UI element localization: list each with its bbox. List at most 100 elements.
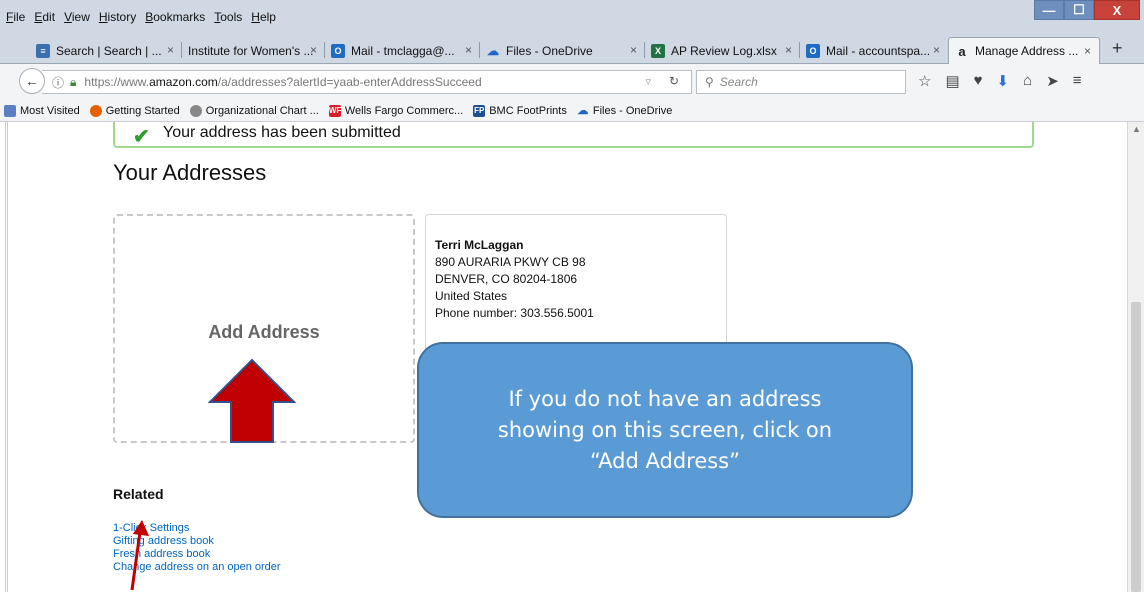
- bookmark-getting-started[interactable]: Getting Started: [89, 104, 180, 117]
- menu-view[interactable]: View: [64, 10, 90, 24]
- search-placeholder: Search: [719, 75, 758, 89]
- close-window-button[interactable]: X: [1094, 0, 1140, 20]
- footprints-icon: FP: [473, 104, 486, 117]
- success-alert: ✔ Your address has been submitted: [113, 122, 1034, 148]
- tab-close-icon[interactable]: ×: [785, 43, 792, 57]
- tab-label: Search | Search | ...: [56, 43, 162, 58]
- reading-list-icon[interactable]: ▤: [945, 72, 959, 90]
- amazon-icon: a: [958, 43, 966, 59]
- tab-onedrive[interactable]: ☁ Files - OneDrive ×: [480, 37, 645, 64]
- scrollbar-thumb[interactable]: [1131, 302, 1141, 592]
- globe-icon: [189, 104, 202, 117]
- outlook-icon: O: [331, 43, 345, 58]
- menu-file[interactable]: File: [6, 10, 25, 24]
- vertical-scrollbar[interactable]: ▲: [1127, 122, 1144, 592]
- tab-mail-accountspa[interactable]: O Mail - accountspa... ×: [800, 37, 948, 64]
- download-icon[interactable]: ⬇: [997, 72, 1010, 90]
- outlook-icon: O: [806, 43, 820, 58]
- menu-bookmarks[interactable]: Bookmarks: [145, 10, 205, 24]
- bookmark-onedrive[interactable]: ☁ Files - OneDrive: [577, 105, 672, 117]
- bookmark-label: Wells Fargo Commerc...: [344, 104, 464, 117]
- tab-close-icon[interactable]: ×: [465, 43, 472, 57]
- search-icon: ⚲: [705, 75, 714, 89]
- tab-label: AP Review Log.xlsx: [671, 43, 777, 58]
- tab-mail-tmclagga[interactable]: O Mail - tmclagga@... ×: [325, 37, 480, 64]
- bookmark-label: Organizational Chart ...: [205, 104, 319, 117]
- callout-text: If you do not have an address showing on…: [497, 386, 833, 473]
- title-bar: File Edit View History Bookmarks Tools H…: [0, 0, 1144, 36]
- menu-history[interactable]: History: [99, 10, 136, 24]
- most-visited-icon: [4, 104, 16, 117]
- page-title: Your Addresses: [113, 160, 267, 185]
- onedrive-icon: ☁: [577, 104, 589, 117]
- minimize-button[interactable]: —: [1034, 0, 1064, 20]
- send-icon[interactable]: ➤: [1046, 72, 1059, 90]
- url-path: /a/addresses?alertId=yaab-enterAddressSu…: [217, 75, 482, 89]
- address-line2: DENVER, CO 80204-1806: [435, 272, 578, 286]
- bookmark-label: Files - OneDrive: [592, 104, 673, 117]
- toolbar-icons: ☆ ▤ ♥ ⬇ ⌂ ➤ ≡: [918, 72, 1082, 90]
- url-dropdown-icon[interactable]: ▿: [645, 75, 651, 88]
- tab-close-icon[interactable]: ×: [310, 43, 317, 57]
- menu-tools[interactable]: Tools: [214, 10, 242, 24]
- menu-help[interactable]: Help: [251, 10, 276, 24]
- scroll-up-icon[interactable]: ▲: [1132, 124, 1141, 134]
- tab-close-icon[interactable]: ×: [167, 43, 174, 57]
- address-line1: 890 AURARIA PKWY CB 98: [435, 255, 586, 269]
- address-country: United States: [435, 289, 508, 303]
- bookmark-most-visited[interactable]: Most Visited: [4, 104, 80, 117]
- bookmark-star-icon[interactable]: ☆: [918, 72, 931, 90]
- bookmarks-bar: Most Visited Getting Started Organizatio…: [0, 100, 1144, 122]
- pointer-arrow-annotation: [130, 520, 149, 591]
- search-input[interactable]: ⚲ Search: [696, 70, 906, 94]
- tab-strip: ≡ Search | Search | ... × Institute for …: [0, 36, 1144, 64]
- excel-icon: X: [651, 43, 665, 58]
- tab-label: Mail - tmclagga@...: [351, 43, 455, 58]
- tab-search[interactable]: ≡ Search | Search | ... ×: [30, 37, 182, 64]
- url-prefix: https://www.: [84, 75, 150, 89]
- pocket-icon[interactable]: ♥: [974, 72, 983, 90]
- window-border: [5, 122, 8, 592]
- nav-bar: ⓘ 🔒︎ https://www. amazon.com/a/addresses?…: [0, 64, 1144, 100]
- up-arrow-annotation: [207, 358, 297, 443]
- lock-icon: 🔒︎: [70, 74, 77, 89]
- related-heading: Related: [113, 486, 164, 502]
- checkmark-icon: ✔: [133, 126, 150, 148]
- tab-manage-address[interactable]: a Manage Address ... ×: [948, 37, 1100, 64]
- add-address-label: Add Address: [208, 322, 320, 342]
- info-icon[interactable]: ⓘ: [52, 74, 64, 91]
- window-controls: — ☐ X: [1034, 0, 1140, 20]
- menu-edit[interactable]: Edit: [34, 10, 55, 24]
- new-tab-button[interactable]: +: [1112, 38, 1123, 59]
- bookmark-bmc-footprints[interactable]: FP BMC FootPrints: [473, 104, 567, 117]
- menu-icon[interactable]: ≡: [1073, 72, 1082, 90]
- alert-message: Your address has been submitted: [163, 124, 401, 141]
- bookmark-org-chart[interactable]: Organizational Chart ...: [189, 104, 319, 117]
- bookmark-label: Most Visited: [20, 104, 80, 117]
- back-arrow-icon: ←: [25, 73, 39, 89]
- wells-fargo-icon: WF: [328, 104, 342, 117]
- bookmark-label: BMC FootPrints: [489, 104, 567, 117]
- bookmark-wells-fargo[interactable]: WF Wells Fargo Commerc...: [328, 104, 464, 117]
- tab-label: Manage Address ...: [975, 44, 1079, 58]
- address-name: Terri McLaggan: [435, 238, 524, 252]
- tab-close-icon[interactable]: ×: [1084, 44, 1091, 58]
- tab-close-icon[interactable]: ×: [630, 43, 637, 57]
- tab-label: Files - OneDrive: [506, 43, 593, 58]
- url-domain: amazon.com: [149, 75, 218, 89]
- home-icon[interactable]: ⌂: [1023, 72, 1032, 90]
- tab-close-icon[interactable]: ×: [933, 43, 940, 57]
- reload-icon[interactable]: ↻: [669, 74, 679, 88]
- maximize-button[interactable]: ☐: [1064, 0, 1094, 20]
- tab-ap-review[interactable]: X AP Review Log.xlsx ×: [645, 37, 800, 64]
- instruction-callout: If you do not have an address showing on…: [417, 342, 913, 518]
- back-button[interactable]: ←: [19, 68, 45, 94]
- onedrive-icon: ☁: [487, 43, 499, 58]
- tab-label: Mail - accountspa...: [826, 43, 931, 58]
- menu-bar: File Edit View History Bookmarks Tools H…: [6, 10, 276, 24]
- search-site-icon: ≡: [36, 43, 50, 58]
- page-content: ✔ Your address has been submitted Your A…: [0, 122, 1144, 592]
- tab-institute[interactable]: Institute for Women's ... ×: [182, 37, 325, 64]
- url-bar[interactable]: ⓘ 🔒︎ https://www. amazon.com/a/addresses?…: [42, 70, 692, 94]
- tab-label: Institute for Women's ...: [188, 43, 314, 58]
